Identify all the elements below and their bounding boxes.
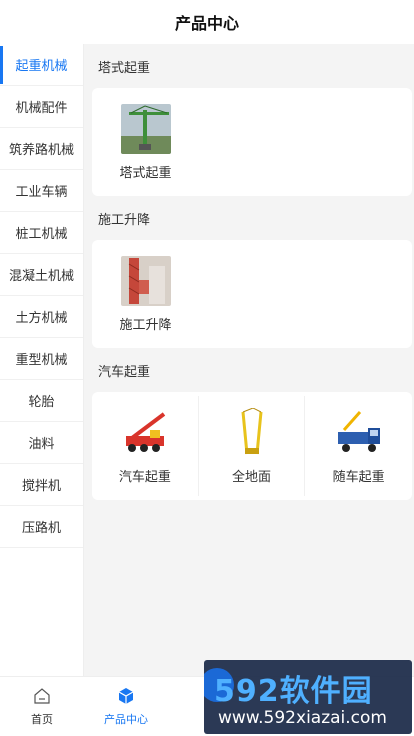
sidebar-item-label: 重型机械 bbox=[15, 353, 68, 368]
cube-icon bbox=[118, 687, 134, 704]
section-title: 施工升降 bbox=[98, 212, 151, 228]
section-title: 塔式起重 bbox=[98, 60, 151, 76]
sidebar-item-label: 油料 bbox=[28, 437, 55, 452]
construction-hoist-photo bbox=[120, 255, 171, 306]
sidebar-item-tires[interactable]: 轮胎 bbox=[0, 380, 83, 422]
sidebar-item-label: 压路机 bbox=[21, 521, 61, 536]
tab-home[interactable]: 首页 bbox=[0, 677, 84, 736]
section-construction-hoist: 施工升降 施工升降 bbox=[84, 196, 414, 348]
header: 产品中心 bbox=[0, 0, 414, 44]
page-title: 产品中心 bbox=[174, 14, 239, 33]
product-item-all-terrain-crane[interactable]: 全地面 bbox=[199, 396, 306, 496]
sidebar-item-label: 起重机械 bbox=[15, 59, 68, 74]
sidebar-item-label: 桩工机械 bbox=[15, 227, 68, 242]
product-item-construction-hoist[interactable]: 施工升降 bbox=[92, 244, 199, 344]
sidebar-item-mixer[interactable]: 搅拌机 bbox=[0, 464, 83, 506]
category-sidebar: 起重机械 机械配件 筑养路机械 工业车辆 桩工机械 混凝土机械 土方机械 重型机… bbox=[0, 44, 84, 676]
sidebar-item-roller[interactable]: 压路机 bbox=[0, 506, 83, 548]
product-card: 施工升降 bbox=[92, 240, 412, 348]
product-item-tower-crane[interactable]: 塔式起重 bbox=[92, 92, 199, 192]
sidebar-item-earthmoving-machinery[interactable]: 土方机械 bbox=[0, 296, 83, 338]
sidebar-item-lifting-machinery[interactable]: 起重机械 bbox=[0, 44, 83, 86]
section-truck-crane: 汽车起重 汽车起重 全地面 随车起重 bbox=[84, 348, 414, 500]
product-label: 施工升降 bbox=[119, 317, 172, 333]
truck-crane-photo bbox=[119, 407, 170, 458]
sidebar-item-heavy-machinery[interactable]: 重型机械 bbox=[0, 338, 83, 380]
product-label: 汽车起重 bbox=[118, 469, 171, 485]
product-card: 汽车起重 全地面 随车起重 bbox=[92, 392, 412, 500]
truck-mounted-crane-photo bbox=[333, 407, 384, 458]
product-item-truck-mounted-crane[interactable]: 随车起重 bbox=[305, 396, 412, 496]
tab-label: 产品中心 bbox=[104, 712, 148, 726]
section-tower-crane: 塔式起重 塔式起重 bbox=[84, 44, 414, 196]
product-content: 塔式起重 塔式起重 施工升降 施工升降 汽车起重 汽车起重 全地面 随车起重 bbox=[84, 44, 414, 676]
sidebar-item-machine-parts[interactable]: 机械配件 bbox=[0, 86, 83, 128]
product-label: 塔式起重 bbox=[119, 165, 172, 181]
all-terrain-crane-photo bbox=[226, 407, 277, 458]
sidebar-item-label: 工业车辆 bbox=[15, 185, 68, 200]
site-watermark: 592软件园 www.592xiazai.com bbox=[204, 660, 412, 734]
tab-label: 首页 bbox=[31, 712, 53, 726]
sidebar-item-road-machinery[interactable]: 筑养路机械 bbox=[0, 128, 83, 170]
watermark-url: www.592xiazai.com bbox=[218, 708, 387, 728]
watermark-brand: 592软件园 bbox=[214, 674, 373, 709]
product-card: 塔式起重 bbox=[92, 88, 412, 196]
sidebar-item-label: 混凝土机械 bbox=[8, 269, 74, 284]
section-title: 汽车起重 bbox=[98, 364, 151, 380]
sidebar-item-piling-machinery[interactable]: 桩工机械 bbox=[0, 212, 83, 254]
sidebar-item-label: 机械配件 bbox=[15, 101, 68, 116]
tab-products[interactable]: 产品中心 bbox=[84, 677, 168, 736]
home-icon bbox=[34, 687, 50, 704]
sidebar-item-label: 轮胎 bbox=[28, 395, 55, 410]
product-label: 全地面 bbox=[232, 469, 272, 485]
product-item-truck-crane[interactable]: 汽车起重 bbox=[92, 396, 199, 496]
tower-crane-photo bbox=[120, 103, 171, 154]
sidebar-item-industrial-vehicles[interactable]: 工业车辆 bbox=[0, 170, 83, 212]
product-label: 随车起重 bbox=[332, 469, 385, 485]
sidebar-item-concrete-machinery[interactable]: 混凝土机械 bbox=[0, 254, 83, 296]
sidebar-item-label: 搅拌机 bbox=[21, 479, 61, 494]
sidebar-item-oil[interactable]: 油料 bbox=[0, 422, 83, 464]
sidebar-item-label: 土方机械 bbox=[15, 311, 68, 326]
sidebar-item-label: 筑养路机械 bbox=[8, 143, 74, 158]
